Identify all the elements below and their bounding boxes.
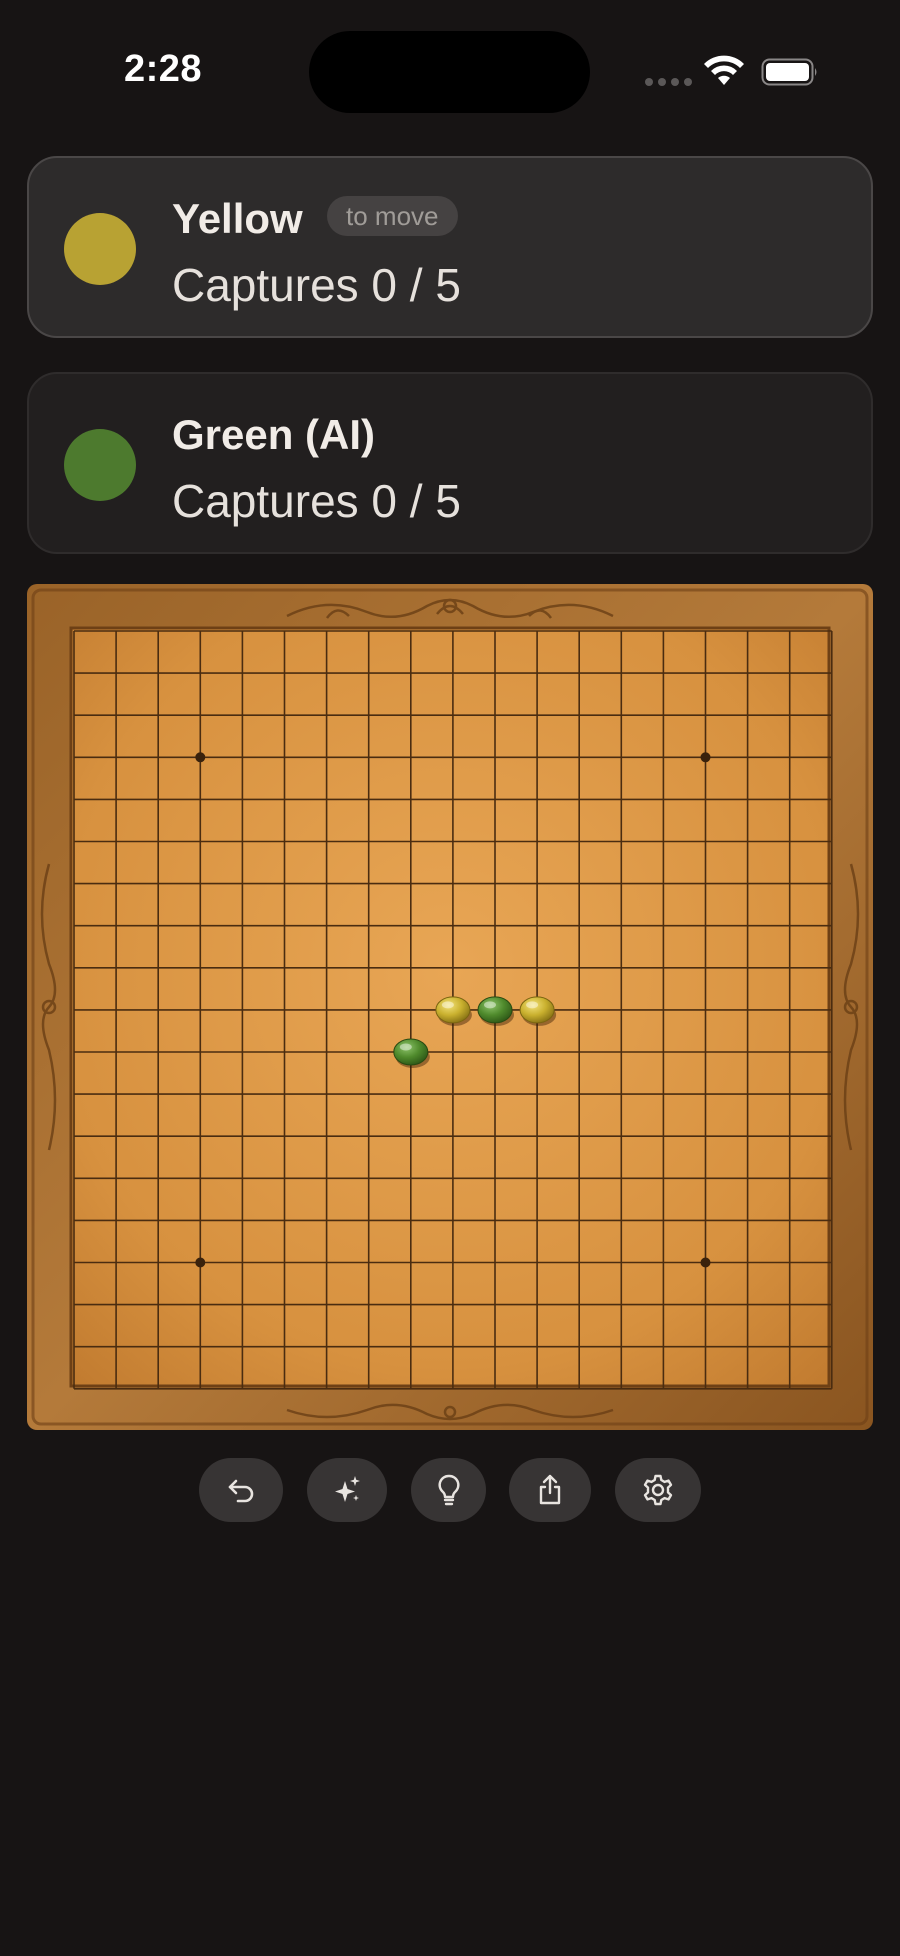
captures-count: Captures 0 / 5 [172,259,461,311]
dynamic-island [309,31,590,113]
board-svg[interactable] [27,584,873,1430]
player-name: Green (AI) [172,411,376,458]
star-point [700,752,711,763]
battery-icon [761,58,817,86]
share-button[interactable] [509,1458,591,1522]
wifi-icon [704,55,744,85]
player-card-green: Green (AI) Captures 0 / 5 [27,372,873,554]
share-icon [539,1474,561,1505]
undo-arrow-icon [228,1479,254,1503]
hint-button[interactable] [411,1458,486,1522]
gear-icon [643,1474,673,1506]
cellular-signal-icon [645,78,692,86]
sparkles-icon [335,1476,360,1502]
ai-move-button[interactable] [307,1458,387,1522]
star-point [195,752,206,763]
captures-count: Captures 0 / 5 [172,475,461,527]
undo-button[interactable] [199,1458,283,1522]
player-card-yellow: Yellow to move Captures 0 / 5 [27,156,873,338]
settings-button[interactable] [615,1458,701,1522]
star-point [700,1257,711,1268]
turn-indicator-badge: to move [327,196,458,236]
star-point [195,1257,206,1268]
player-name: Yellow [172,195,303,242]
status-time: 2:28 [124,48,203,90]
player-color-indicator-green [64,429,136,501]
lightbulb-icon [438,1474,459,1506]
player-color-indicator-yellow [64,213,136,285]
game-board[interactable] [27,584,873,1430]
